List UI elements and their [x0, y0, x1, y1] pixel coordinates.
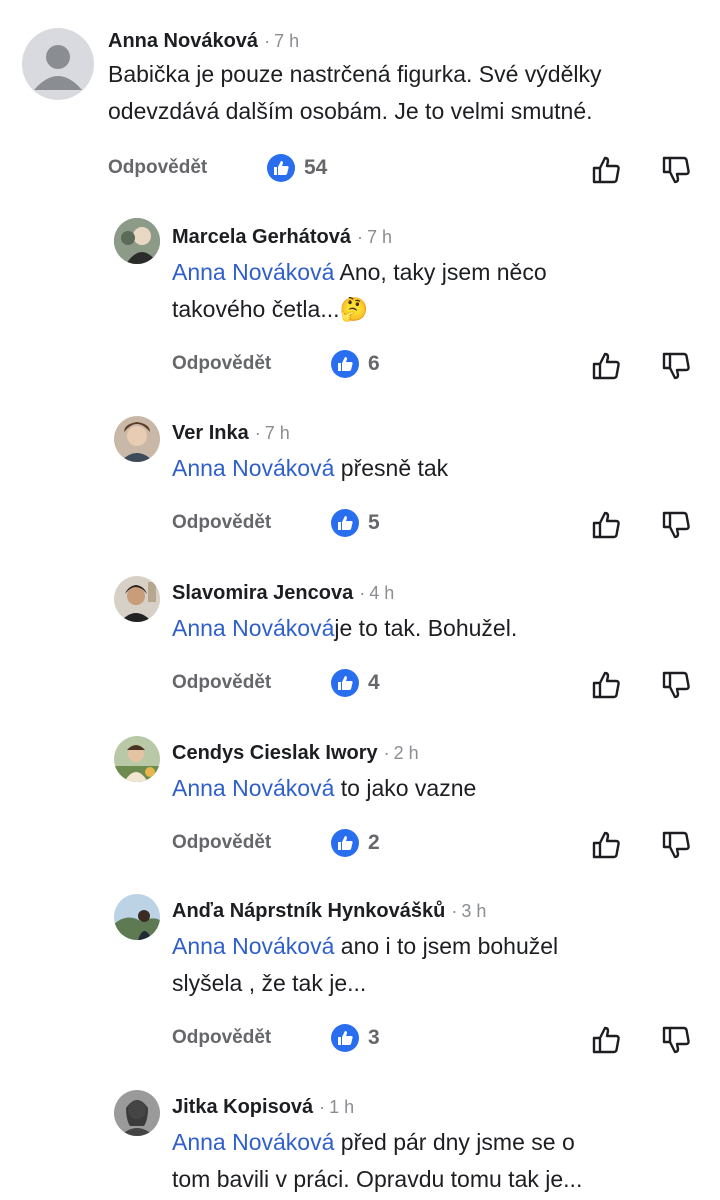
- profile-photo-icon[interactable]: [114, 218, 160, 264]
- comment-text-line: ano i to jsem bohužel: [334, 933, 559, 959]
- comment-text-line: před pár dny jsme se o: [334, 1129, 575, 1155]
- thumbs-up-icon[interactable]: [590, 669, 622, 701]
- comment-author[interactable]: Cendys Cieslak Iwory: [172, 742, 378, 764]
- thumbs-up-icon[interactable]: [590, 509, 622, 541]
- like-count[interactable]: 4: [368, 671, 380, 695]
- separator-dot: ·: [356, 227, 363, 247]
- thumbs-down-icon[interactable]: [660, 350, 692, 382]
- thumbs-down-icon[interactable]: [660, 154, 692, 186]
- comment-text: Anna Novákováje to tak. Bohužel.: [172, 610, 517, 647]
- separator-dot: ·: [319, 1097, 326, 1117]
- reply-button[interactable]: Odpovědět: [172, 1027, 271, 1049]
- profile-photo-icon[interactable]: [114, 736, 160, 782]
- mention-link[interactable]: Anna Nováková: [172, 615, 334, 641]
- like-count[interactable]: 3: [368, 1026, 380, 1050]
- thumbs-down-icon[interactable]: [660, 669, 692, 701]
- comment-text-line: Babička je pouze nastrčená figurka. Své …: [108, 61, 602, 87]
- profile-photo-icon[interactable]: [114, 416, 160, 462]
- comment-author[interactable]: Anďa Náprstník Hynkovášků: [172, 900, 445, 922]
- like-reaction-icon: [331, 829, 359, 857]
- reply-button[interactable]: Odpovědět: [172, 832, 271, 854]
- comment-text: Anna Nováková to jako vazne: [172, 770, 476, 807]
- comment-text-line: odevzdává dalším osobám. Je to velmi smu…: [108, 98, 593, 124]
- thumbs-down-icon[interactable]: [660, 829, 692, 861]
- comment-author[interactable]: Anna Nováková: [108, 30, 258, 52]
- comment-time[interactable]: 7 h: [367, 227, 392, 247]
- mention-link[interactable]: Anna Nováková: [172, 455, 334, 481]
- comment-text-line: Ano, taky jsem něco: [334, 259, 547, 285]
- reply-button[interactable]: Odpovědět: [172, 512, 271, 534]
- comment-text-line: slyšela , že tak je...: [172, 970, 367, 996]
- thumbs-up-icon[interactable]: [590, 829, 622, 861]
- comment-text: Anna Nováková před pár dny jsme se o tom…: [172, 1124, 582, 1198]
- comment-author[interactable]: Marcela Gerhátová: [172, 226, 351, 248]
- profile-photo-icon[interactable]: [114, 894, 160, 940]
- comment-text: Anna Nováková Ano, taky jsem něco takové…: [172, 254, 547, 328]
- default-avatar-icon[interactable]: [22, 28, 94, 100]
- comment-author[interactable]: Jitka Kopisová: [172, 1096, 313, 1118]
- comment-text-line: je to tak. Bohužel.: [334, 615, 518, 641]
- like-count[interactable]: 54: [304, 156, 327, 180]
- like-count[interactable]: 2: [368, 831, 380, 855]
- comment-text: Anna Nováková ano i to jsem bohužel slyš…: [172, 928, 558, 1002]
- comment-text-line: to jako vazne: [334, 775, 477, 801]
- thumbs-up-icon[interactable]: [590, 350, 622, 382]
- mention-link[interactable]: Anna Nováková: [172, 259, 334, 285]
- like-reaction-icon: [267, 154, 295, 182]
- comment-time[interactable]: 1 h: [329, 1097, 354, 1117]
- mention-link[interactable]: Anna Nováková: [172, 775, 334, 801]
- comment-time[interactable]: 2 h: [394, 743, 419, 763]
- thumbs-up-icon[interactable]: [590, 1024, 622, 1056]
- comment-text: Babička je pouze nastrčená figurka. Své …: [108, 56, 602, 130]
- comment-text-line: takového četla...🤔: [172, 296, 369, 322]
- comment-time[interactable]: 7 h: [265, 423, 290, 443]
- reply-button[interactable]: Odpovědět: [108, 157, 207, 179]
- mention-link[interactable]: Anna Nováková: [172, 933, 334, 959]
- separator-dot: ·: [264, 31, 271, 51]
- thumbs-down-icon[interactable]: [660, 509, 692, 541]
- mention-link[interactable]: Anna Nováková: [172, 1129, 334, 1155]
- reply-button[interactable]: Odpovědět: [172, 353, 271, 375]
- profile-photo-icon[interactable]: [114, 1090, 160, 1136]
- separator-dot: ·: [254, 423, 261, 443]
- thumbs-down-icon[interactable]: [660, 1024, 692, 1056]
- like-count[interactable]: 5: [368, 511, 380, 535]
- like-reaction-icon: [331, 509, 359, 537]
- comment-time[interactable]: 4 h: [369, 583, 394, 603]
- profile-photo-icon[interactable]: [114, 576, 160, 622]
- separator-dot: ·: [383, 743, 390, 763]
- comment-text: Anna Nováková přesně tak: [172, 450, 448, 487]
- comment-time[interactable]: 7 h: [274, 31, 299, 51]
- separator-dot: ·: [359, 583, 366, 603]
- separator-dot: ·: [451, 901, 458, 921]
- comment-author[interactable]: Slavomira Jencova: [172, 582, 353, 604]
- thumbs-up-icon[interactable]: [590, 154, 622, 186]
- like-count[interactable]: 6: [368, 352, 380, 376]
- comment-text-line: tom bavili v práci. Opravdu tomu tak je.…: [172, 1166, 583, 1192]
- comment-author[interactable]: Ver Inka: [172, 422, 249, 444]
- like-reaction-icon: [331, 350, 359, 378]
- comment-text-line: přesně tak: [334, 455, 449, 481]
- like-reaction-icon: [331, 669, 359, 697]
- reply-button[interactable]: Odpovědět: [172, 672, 271, 694]
- comment-time[interactable]: 3 h: [461, 901, 486, 921]
- like-reaction-icon: [331, 1024, 359, 1052]
